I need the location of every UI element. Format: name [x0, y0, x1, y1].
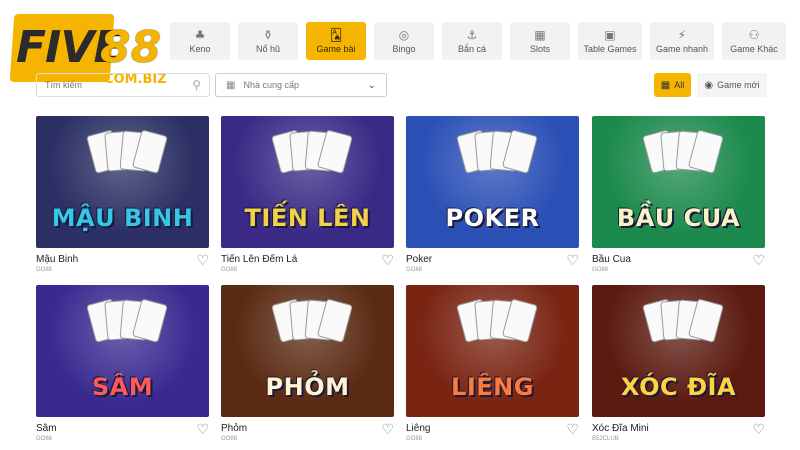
game-thumbnail[interactable]: SÂM [36, 285, 209, 417]
filter-all-label: All [674, 80, 685, 90]
game-title-art: PHỎM [265, 373, 350, 401]
game-thumbnail[interactable]: BẦU CUA [592, 116, 765, 248]
grid-icon: ▦ [660, 79, 671, 91]
favorite-heart-icon[interactable]: ♡ [566, 253, 579, 269]
game-name[interactable]: Poker [406, 254, 579, 265]
game-name[interactable]: Mậu Binh [36, 254, 209, 265]
game-name[interactable]: Tiến Lên Đếm Lá [221, 254, 394, 265]
tab-slot-jar[interactable]: ⚱ Nổ hũ [238, 22, 298, 60]
favorite-heart-icon[interactable]: ♡ [752, 422, 765, 438]
favorite-heart-icon[interactable]: ♡ [196, 253, 209, 269]
table-games-icon: ▣ [604, 28, 616, 42]
game-title-art: MẬU BINH [51, 204, 194, 232]
game-card[interactable]: XÓC ĐĨA Xóc Đĩa Mini B52CLUB ♡ [592, 285, 765, 442]
quick-game-icon: ⚡ [677, 28, 687, 42]
tab-fish-shooting[interactable]: ⚓ Bắn cá [442, 22, 502, 60]
provider-select[interactable]: ▦ Nhà cung cấp ⌄ [215, 73, 387, 97]
game-card[interactable]: SÂM Sâm GO88 ♡ [36, 285, 209, 442]
game-title-art: LIÊNG [451, 373, 534, 401]
tab-slots[interactable]: ▦ Slots [510, 22, 570, 60]
tab-label: Bắn cá [457, 44, 487, 54]
game-thumbnail[interactable]: LIÊNG [406, 285, 579, 417]
tab-label: Game bài [316, 44, 356, 54]
game-thumbnail[interactable]: TIẾN LÊN [221, 116, 394, 248]
game-title-art: BẦU CUA [616, 204, 741, 232]
tab-label: Table Games [583, 44, 637, 54]
tab-label: Keno [189, 44, 211, 54]
game-provider: GO88 [406, 267, 423, 273]
favorite-heart-icon[interactable]: ♡ [752, 253, 765, 269]
favorite-heart-icon[interactable]: ♡ [566, 422, 579, 438]
game-title-art: XÓC ĐĨA [620, 373, 737, 401]
chevron-down-icon: ⌄ [367, 79, 376, 91]
game-provider: GO88 [406, 436, 423, 442]
filter-new-games-button[interactable]: ◉ Game mới [697, 73, 767, 97]
favorite-heart-icon[interactable]: ♡ [196, 422, 209, 438]
game-thumbnail[interactable]: XÓC ĐĨA [592, 285, 765, 417]
provider-select-label: Nhà cung cấp [243, 80, 299, 90]
game-provider: GO88 [36, 267, 53, 273]
game-provider: GO88 [36, 436, 53, 442]
tab-keno[interactable]: ♣ Keno [170, 22, 230, 60]
favorite-heart-icon[interactable]: ♡ [381, 422, 394, 438]
keno-icon: ♣ [194, 28, 206, 42]
game-title-art: SÂM [91, 373, 154, 401]
game-card[interactable]: TIẾN LÊN Tiến Lên Đếm Lá GO88 ♡ [221, 116, 394, 273]
tab-label: Nổ hũ [255, 44, 281, 54]
tab-label: Game nhanh [655, 44, 709, 54]
filter-all-button[interactable]: ▦ All [654, 73, 691, 97]
logo-text-88: 88 [100, 22, 162, 73]
game-card[interactable]: PHỎM Phỏm GO88 ♡ [221, 285, 394, 442]
game-card[interactable]: BẦU CUA Bầu Cua GO88 ♡ [592, 116, 765, 273]
game-card[interactable]: MẬU BINH Mậu Binh GO88 ♡ [36, 116, 209, 273]
slot-jar-icon: ⚱ [262, 28, 274, 42]
game-name[interactable]: Liêng [406, 423, 579, 434]
game-provider: GO88 [592, 267, 609, 273]
game-provider: B52CLUB [592, 436, 619, 442]
tab-table-games[interactable]: ▣ Table Games [578, 22, 642, 60]
tab-other-games[interactable]: ⚇ Game Khác [722, 22, 786, 60]
fish-shooting-icon: ⚓ [466, 28, 478, 42]
tab-label: Bingo [392, 44, 416, 54]
category-tabs: ♣ Keno ⚱ Nổ hũ 🂡 Game bài ◎ Bingo ⚓ Bắn cá ▦ Slots ▣… [170, 22, 786, 60]
game-provider: GO88 [221, 436, 238, 442]
game-card[interactable]: POKER Poker GO88 ♡ [406, 116, 579, 273]
slots-icon: ▦ [534, 28, 546, 42]
search-input[interactable] [45, 80, 193, 90]
game-title-art: TIẾN LÊN [244, 204, 371, 232]
game-card[interactable]: LIÊNG Liêng GO88 ♡ [406, 285, 579, 442]
bingo-icon: ◎ [398, 28, 410, 42]
game-thumbnail[interactable]: POKER [406, 116, 579, 248]
filter-new-label: Game mới [717, 80, 760, 90]
game-name[interactable]: Bầu Cua [592, 254, 765, 265]
game-thumbnail[interactable]: PHỎM [221, 285, 394, 417]
new-badge-icon: ◉ [704, 79, 714, 91]
tab-label: Slots [529, 44, 550, 54]
cards-icon: 🂡 [329, 28, 343, 42]
grid-icon: ▦ [226, 79, 236, 91]
search-box[interactable]: ⚲ [36, 73, 210, 97]
favorite-heart-icon[interactable]: ♡ [381, 253, 394, 269]
tab-label: Game Khác [730, 44, 778, 54]
game-name[interactable]: Sâm [36, 423, 209, 434]
game-provider: GO88 [221, 267, 238, 273]
tab-quick-game[interactable]: ⚡ Game nhanh [650, 22, 714, 60]
game-thumbnail[interactable]: MẬU BINH [36, 116, 209, 248]
game-name[interactable]: Phỏm [221, 423, 394, 434]
search-icon[interactable]: ⚲ [192, 78, 201, 92]
tab-bingo[interactable]: ◎ Bingo [374, 22, 434, 60]
game-title-art: POKER [445, 204, 540, 232]
tab-cards[interactable]: 🂡 Game bài [306, 22, 366, 60]
game-name[interactable]: Xóc Đĩa Mini [592, 423, 765, 434]
other-games-icon: ⚇ [748, 28, 760, 42]
